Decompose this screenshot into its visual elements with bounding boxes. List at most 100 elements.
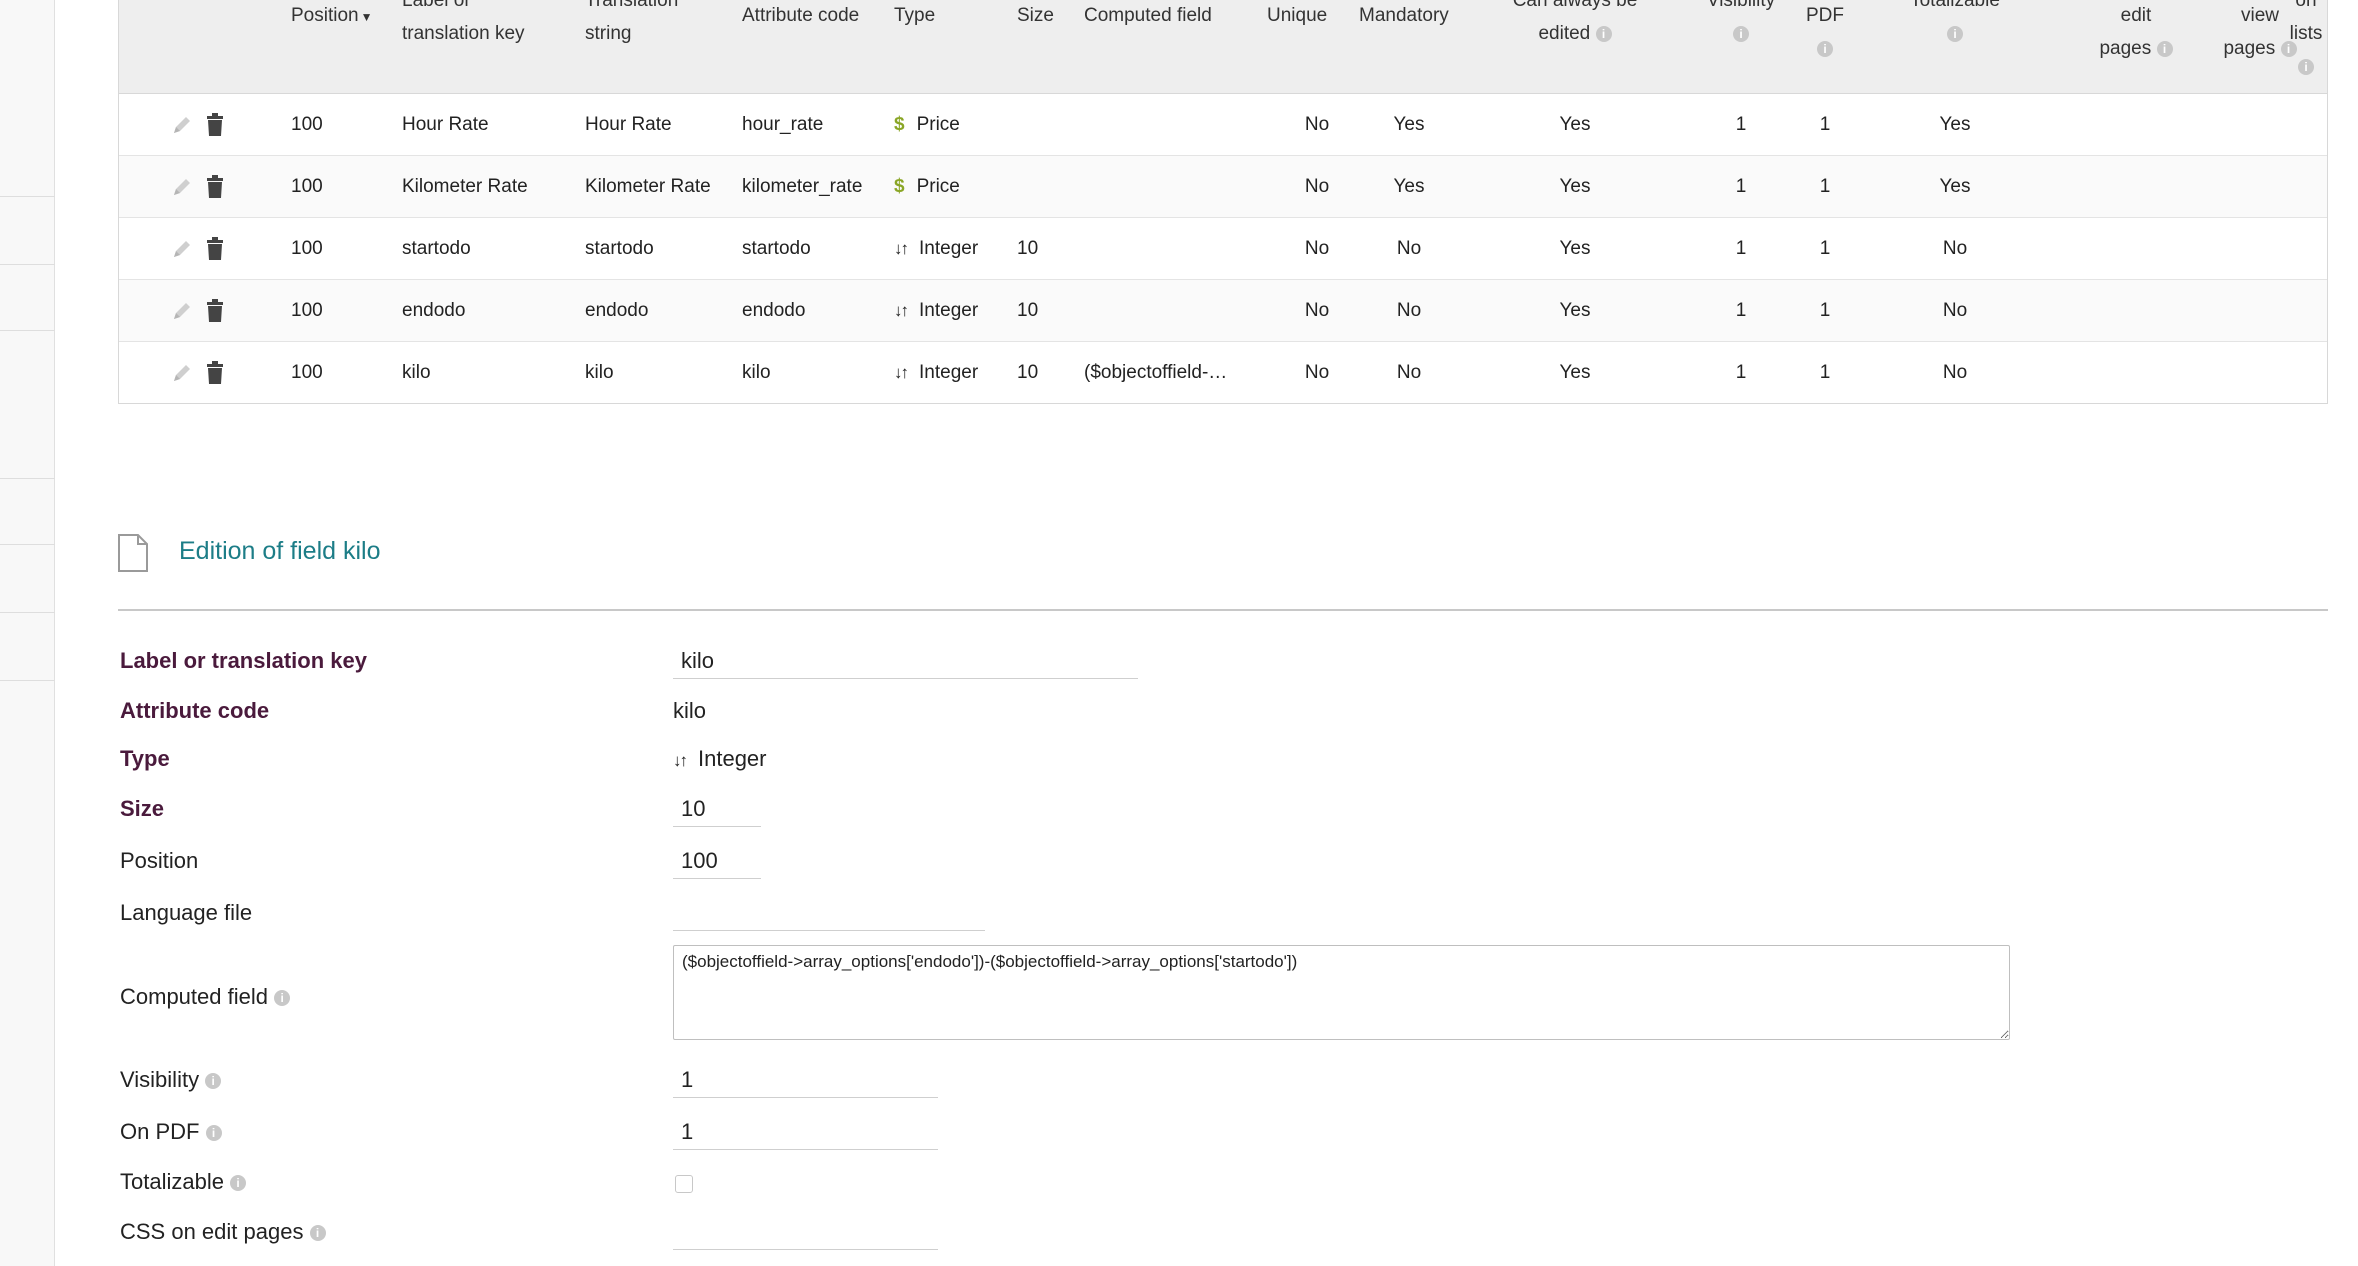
pencil-icon[interactable] xyxy=(171,238,193,260)
language-file-label: Language file xyxy=(120,900,253,925)
cell-label: startodo xyxy=(402,238,471,259)
position-input[interactable] xyxy=(673,843,761,879)
type-text: Integer xyxy=(919,300,979,321)
cell-label: Kilometer Rate xyxy=(402,176,528,197)
cell-unique: No xyxy=(1304,300,1330,321)
cell-can-edit: Yes xyxy=(1559,114,1591,135)
cell-translation: endodo xyxy=(585,300,649,321)
cell-translation: startodo xyxy=(585,238,654,259)
cell-totalizable: No xyxy=(1942,300,1968,321)
cell-totalizable: Yes xyxy=(1939,176,1971,197)
info-icon[interactable]: i xyxy=(2298,58,2314,75)
attribute-code-label: Attribute code xyxy=(120,698,270,723)
info-icon[interactable]: i xyxy=(2156,40,2173,57)
table-header: Position ▼ Label or translation key Transl… xyxy=(119,0,2327,94)
cell-pdf: 1 xyxy=(1819,362,1831,383)
col-header-size[interactable]: Size xyxy=(1017,0,1054,32)
attribute-code-value: kilo xyxy=(673,698,707,723)
info-icon[interactable]: i xyxy=(230,1175,247,1192)
col-header-visibility[interactable]: Visibility i xyxy=(1681,0,1801,50)
cell-label: endodo xyxy=(402,300,466,321)
trash-icon[interactable] xyxy=(205,175,225,199)
cell-position: 100 xyxy=(291,362,323,383)
col-header-pdf[interactable]: PDF i xyxy=(1795,0,1855,65)
label-translation-key-input[interactable] xyxy=(673,643,1138,679)
label-translation-key-label: Label or translation key xyxy=(120,648,367,673)
col-header-unique[interactable]: Unique xyxy=(1267,0,1327,32)
cell-unique: No xyxy=(1304,362,1330,383)
trash-icon[interactable] xyxy=(205,113,225,137)
col-header-position[interactable]: Position ▼ xyxy=(291,0,373,34)
col-header-totalizable[interactable]: Totalizable i xyxy=(1885,0,2025,50)
type-text: Price xyxy=(916,176,960,197)
cell-size: 10 xyxy=(1017,238,1039,259)
sort-numeric-icon: ↓↑ xyxy=(673,751,688,770)
left-sidebar xyxy=(0,0,55,1266)
info-icon[interactable]: i xyxy=(1817,40,1833,57)
col-header-css-lists[interactable]: on lists i xyxy=(2271,0,2341,83)
size-input[interactable] xyxy=(673,791,761,827)
cell-code: startodo xyxy=(742,238,811,259)
on-pdf-label: On PDF i xyxy=(120,1119,222,1145)
trash-icon[interactable] xyxy=(205,299,225,323)
cell-code: hour_rate xyxy=(742,114,824,135)
info-icon[interactable]: i xyxy=(309,1225,326,1242)
cell-type: $ Price xyxy=(894,94,960,156)
cell-visibility: 1 xyxy=(1735,238,1747,259)
col-header-css-edit[interactable]: edit pages i xyxy=(2081,0,2191,65)
pencil-icon[interactable] xyxy=(171,300,193,322)
computed-field-textarea[interactable]: ($objectoffield->array_options['endodo']… xyxy=(673,945,2010,1040)
info-icon[interactable]: i xyxy=(1733,25,1749,42)
cell-mandatory: No xyxy=(1396,238,1422,259)
info-icon[interactable]: i xyxy=(205,1073,222,1090)
cell-label: kilo xyxy=(402,362,431,383)
size-label: Size xyxy=(120,796,165,821)
pencil-icon[interactable] xyxy=(171,114,193,136)
cell-translation: Kilometer Rate xyxy=(585,176,711,197)
sort-numeric-icon: ↓↑ xyxy=(894,239,909,258)
cell-unique: No xyxy=(1304,114,1330,135)
cell-visibility: 1 xyxy=(1735,300,1747,321)
type-value: ↓↑ Integer xyxy=(673,746,767,771)
cell-code: kilometer_rate xyxy=(742,176,863,197)
computed-field-label: Computed field i xyxy=(120,984,291,1010)
cell-pdf: 1 xyxy=(1819,238,1831,259)
col-header-translation[interactable]: Translation string xyxy=(585,0,678,50)
info-icon[interactable]: i xyxy=(274,990,291,1007)
visibility-input[interactable] xyxy=(673,1062,938,1098)
language-file-input[interactable] xyxy=(673,895,985,931)
info-icon[interactable]: i xyxy=(1595,25,1612,42)
table-row: 100 kilo kilo kilo ↓↑ Integer 10 ($objectoffiel… xyxy=(119,342,2327,404)
col-header-attribute-code[interactable]: Attribute code xyxy=(742,0,859,32)
cell-label: Hour Rate xyxy=(402,114,489,135)
cell-code: endodo xyxy=(742,300,806,321)
cell-can-edit: Yes xyxy=(1559,238,1591,259)
cell-visibility: 1 xyxy=(1735,362,1747,383)
col-header-computed-field[interactable]: Computed field xyxy=(1084,0,1212,32)
cell-computed: ($objectoffield-… xyxy=(1084,362,1228,383)
cell-pdf: 1 xyxy=(1819,114,1831,135)
cell-mandatory: Yes xyxy=(1393,176,1425,197)
col-header-mandatory[interactable]: Mandatory xyxy=(1359,0,1449,32)
cell-translation: kilo xyxy=(585,362,614,383)
sort-numeric-icon: ↓↑ xyxy=(894,363,909,382)
css-edit-pages-input[interactable] xyxy=(673,1214,938,1250)
cell-position: 100 xyxy=(291,114,323,135)
on-pdf-input[interactable] xyxy=(673,1114,938,1150)
table-row: 100 endodo endodo endodo ↓↑ Integer 10 No No Yes 1… xyxy=(119,280,2327,342)
pencil-icon[interactable] xyxy=(171,362,193,384)
trash-icon[interactable] xyxy=(205,361,225,385)
pencil-icon[interactable] xyxy=(171,176,193,198)
totalizable-checkbox[interactable] xyxy=(675,1175,693,1193)
col-header-can-edit[interactable]: Can always be edited i xyxy=(1485,0,1665,50)
col-header-label[interactable]: Label or translation key xyxy=(402,0,525,50)
trash-icon[interactable] xyxy=(205,237,225,261)
table-row: 100 startodo startodo startodo ↓↑ Integer 10 No… xyxy=(119,218,2327,280)
col-header-type[interactable]: Type xyxy=(894,0,935,32)
info-icon[interactable]: i xyxy=(205,1125,222,1142)
cell-position: 100 xyxy=(291,176,323,197)
position-label: Position xyxy=(120,848,199,873)
table-row: 100 Hour Rate Hour Rate hour_rate $ Price No Ye… xyxy=(119,94,2327,156)
info-icon[interactable]: i xyxy=(1947,25,1963,42)
cell-size: 10 xyxy=(1017,300,1039,321)
